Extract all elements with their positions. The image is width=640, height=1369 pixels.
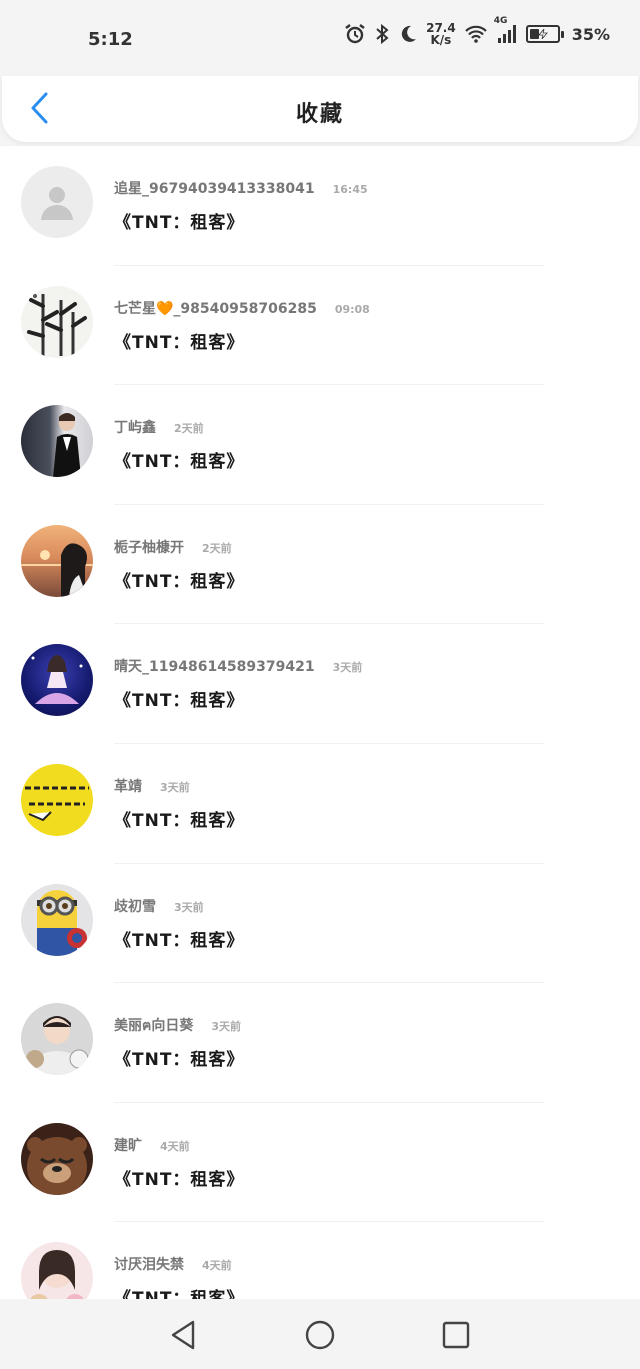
timestamp: 2天前 — [202, 541, 232, 555]
book-title[interactable]: 《TNT：租客》 — [114, 1045, 244, 1070]
book-title[interactable]: 《TNT：租客》 — [114, 567, 244, 592]
favorite-item[interactable]: 栀子柚槺开 2天前 《TNT：租客》 — [0, 505, 640, 625]
favorite-item[interactable]: 歧初雪 3天前 《TNT：租客》 — [0, 864, 640, 984]
book-title[interactable]: 《TNT：租客》 — [114, 447, 244, 472]
book-title[interactable]: 《TNT：租客》 — [114, 1284, 244, 1299]
status-icons: 27.4 K/s 4G 35% — [344, 16, 610, 47]
alarm-icon — [344, 23, 366, 45]
avatar[interactable] — [21, 883, 93, 956]
favorite-item[interactable]: 美丽ฅ向日葵 3天前 《TNT：租客》 — [0, 983, 640, 1103]
girl-with-bear-icon — [30, 1250, 84, 1299]
username[interactable]: 讨厌泪失禁 — [114, 1254, 184, 1274]
timestamp: 3天前 — [332, 661, 363, 675]
username[interactable]: 栀子柚槺开 — [114, 537, 184, 557]
sunset-girl-icon — [21, 543, 93, 597]
book-title[interactable]: 《TNT：租客》 — [114, 328, 244, 353]
favorite-item[interactable]: 丁屿鑫 2天前 《TNT：租客》 — [0, 385, 640, 505]
username[interactable]: 美丽ฅ向日葵 — [114, 1015, 193, 1037]
status-bar: 5:12 27.4 K/s 4G 35% — [0, 0, 640, 76]
nav-back-button[interactable] — [163, 1315, 203, 1355]
avatar[interactable] — [21, 1003, 93, 1076]
username[interactable]: 晴天_11948614589379421 — [114, 656, 315, 676]
network-speed: 27.4 K/s — [426, 21, 456, 47]
square-recents-icon — [442, 1321, 470, 1349]
book-title[interactable]: 《TNT：租客》 — [114, 806, 244, 831]
avatar[interactable] — [21, 524, 93, 597]
favorite-item[interactable]: 革靖 3天前 《TNT：租客》 — [0, 744, 640, 864]
favorite-item[interactable]: 追星_96794039413338041 16:45 《TNT：租客》 — [0, 146, 640, 266]
timestamp: 16:45 — [332, 183, 368, 196]
username[interactable]: 建旷 — [114, 1135, 142, 1155]
avatar[interactable] — [21, 763, 93, 836]
book-title[interactable]: 《TNT：租客》 — [114, 208, 244, 233]
username[interactable]: 歧初雪 — [114, 896, 156, 916]
book-title[interactable]: 《TNT：租客》 — [114, 686, 244, 711]
timestamp: 3天前 — [160, 780, 190, 794]
nav-home-button[interactable] — [300, 1315, 340, 1355]
status-time: 5:12 — [88, 29, 133, 50]
page-header: 收藏 — [2, 76, 638, 142]
bluetooth-icon — [374, 23, 390, 45]
timestamp: 3天前 — [174, 900, 204, 914]
avatar[interactable] — [21, 285, 93, 358]
do-not-disturb-moon-icon — [398, 24, 418, 44]
battery-icon — [525, 25, 564, 43]
circle-home-icon — [305, 1320, 335, 1350]
yellow-text-icon — [25, 786, 89, 822]
system-nav-bar — [0, 1299, 640, 1369]
username[interactable]: 丁屿鑫 — [114, 417, 156, 437]
username[interactable]: 革靖 — [114, 776, 142, 796]
timestamp: 3天前 — [211, 1020, 242, 1034]
battery-percent: 35% — [571, 24, 610, 44]
book-title[interactable]: 《TNT：租客》 — [114, 926, 244, 951]
timestamp: 4天前 — [160, 1139, 190, 1153]
timestamp: 4天前 — [202, 1259, 232, 1273]
default-avatar-icon — [41, 187, 73, 220]
book-title[interactable]: 《TNT：租客》 — [114, 1165, 244, 1190]
avatar[interactable] — [21, 1122, 93, 1195]
minion-icon — [37, 889, 87, 956]
ink-bamboo-icon — [27, 293, 87, 356]
favorite-item[interactable]: 讨厌泪失禁 4天前 《TNT：租客》 — [0, 1222, 640, 1299]
boy-with-cats-icon — [26, 1016, 89, 1076]
nav-recents-button[interactable] — [436, 1315, 476, 1355]
favorites-list: 追星_96794039413338041 16:45 《TNT：租客》 七芒星🧡_… — [0, 146, 640, 1299]
timestamp: 2天前 — [174, 422, 204, 436]
stage-performer-icon — [31, 655, 83, 705]
favorite-item[interactable]: 建旷 4天前 《TNT：租客》 — [0, 1103, 640, 1223]
avatar[interactable] — [21, 644, 93, 717]
favorite-item[interactable]: 晴天_11948614589379421 3天前 《TNT：租客》 — [0, 624, 640, 744]
triangle-back-icon — [171, 1320, 195, 1350]
wifi-icon — [464, 24, 488, 44]
username[interactable]: 七芒星🧡_98540958706285 — [114, 298, 317, 318]
person-photo-icon — [53, 413, 81, 478]
cell-signal-icon: 4G — [494, 16, 518, 44]
timestamp: 09:08 — [334, 302, 370, 316]
username[interactable]: 追星_96794039413338041 — [114, 178, 315, 198]
avatar[interactable] — [21, 1242, 93, 1299]
avatar[interactable] — [21, 166, 93, 238]
avatar[interactable] — [21, 405, 93, 478]
page-title: 收藏 — [295, 102, 344, 127]
bear-icon — [27, 1136, 87, 1195]
favorite-item[interactable]: 七芒星🧡_98540958706285 09:08 《TNT：租客》 — [0, 266, 640, 386]
